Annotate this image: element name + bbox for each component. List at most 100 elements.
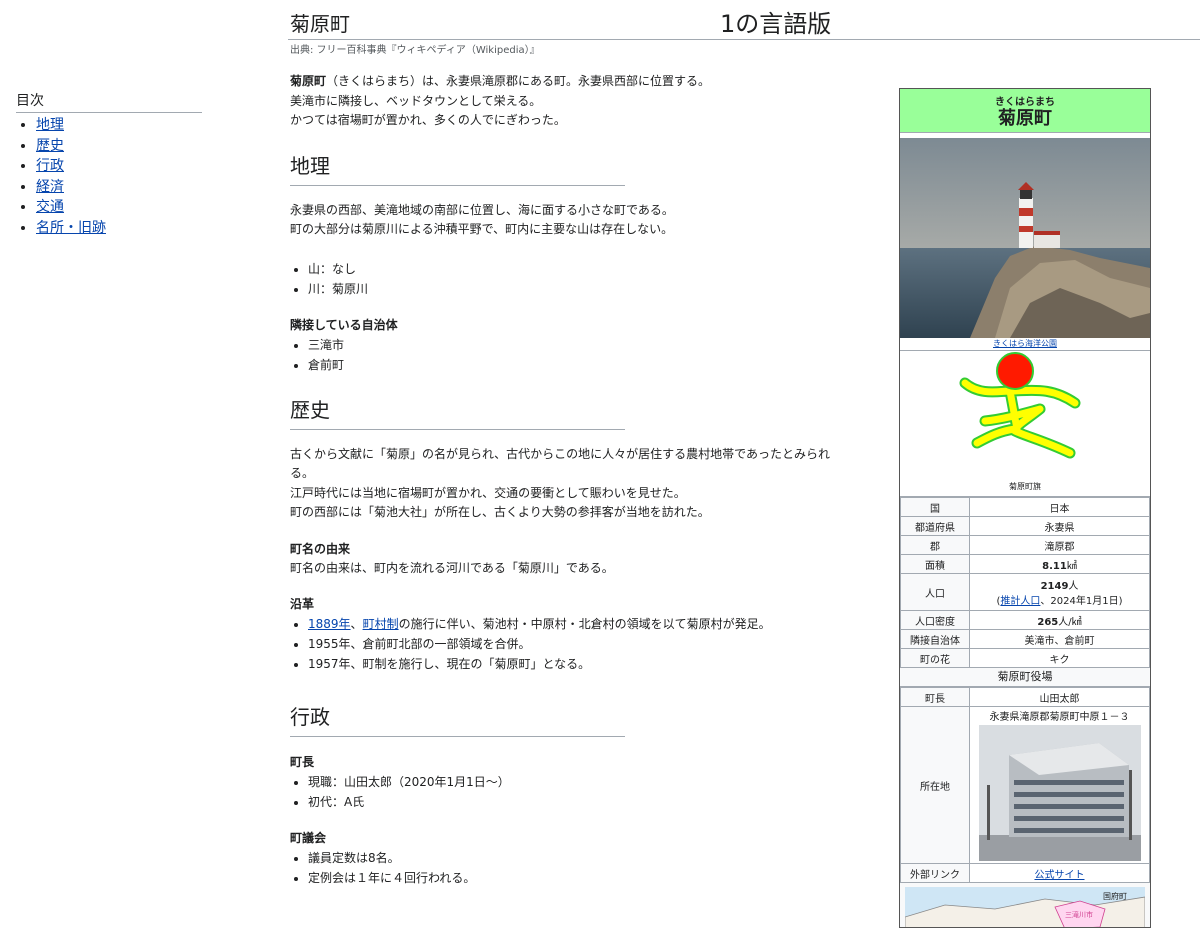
address-text: 永妻県滝原郡菊原町中原１－３ <box>989 712 1130 723</box>
geography-text-2: 町の大部分は菊原川による沖積平野で、町内に主要な山は存在しない。 <box>290 222 674 236</box>
infobox-reading: きくはらまち <box>995 97 1055 108</box>
list-item: 現職：山田太郎（2020年1月1日～） <box>308 772 850 792</box>
intro-line3: かつては宿場町が置かれ、多くの人でにぎわった。 <box>290 113 566 127</box>
council-list: 議員定数は8名。 定例会は１年に４回行われる。 <box>290 848 850 888</box>
map-label: 三滝川市 <box>1065 910 1093 919</box>
link-cell: 公式サイト <box>969 863 1150 883</box>
row-value: 美滝市、倉前町 <box>969 629 1150 649</box>
table-row: 町長 山田太郎 <box>900 687 1150 707</box>
row-value: 永妻県 <box>969 516 1150 536</box>
row-label: 外部リンク <box>900 863 970 883</box>
list-item: 1955年、倉前町北部の一部領域を合併。 <box>308 634 850 654</box>
population-value: 2149人 (推計人口、2024年1月1日) <box>969 573 1150 611</box>
row-label: 郡 <box>900 535 970 555</box>
origin-heading: 町名の由来 <box>290 541 351 556</box>
toc-link-administration[interactable]: 行政 <box>36 158 64 174</box>
history-section: 古くから文献に「菊原」の名が見られ、古代からこの地に人々が居住する農村地帯であっ… <box>290 445 850 675</box>
official-site-link[interactable]: 公式サイト <box>1035 870 1085 881</box>
municipal-system-link[interactable]: 町村制 <box>363 617 399 631</box>
history-text-3: 町の西部には「菊池大社」が所在し、古くより大勢の参拝客が当地を訪れた。 <box>290 505 710 519</box>
estimated-population-link[interactable]: 推計人口 <box>1000 596 1040 607</box>
town-office-table: 町長 山田太郎 所在地 永妻県滝原郡菊原町中原１－３ 外部リンク 公式サイト <box>900 687 1150 883</box>
section-heading-administration: 行政 <box>290 704 625 737</box>
table-row: 外部リンク 公式サイト <box>900 863 1150 883</box>
table-row: 面積 8.11㎢ <box>900 554 1150 574</box>
area-value: 8.11㎢ <box>969 554 1150 574</box>
list-item: 初代：A氏 <box>308 792 850 812</box>
infobox-header: きくはらまち 菊原町 <box>900 89 1150 133</box>
toc-item: 名所・旧跡 <box>36 218 202 239</box>
council-heading: 町議会 <box>290 831 327 845</box>
toc-item: 地理 <box>36 115 202 136</box>
section-heading-history: 歴史 <box>290 397 625 430</box>
toc-item: 歴史 <box>36 136 202 157</box>
list-item: 1957年、町制を施行し、現在の「菊原町」となる。 <box>308 654 850 674</box>
mayor-heading: 町長 <box>290 755 315 769</box>
language-count[interactable]: 1の言語版 <box>720 4 831 39</box>
photo-caption-link[interactable]: きくはら海洋公園 <box>993 339 1057 348</box>
geography-text-1: 永妻県の西部、美滝地域の南部に位置し、海に面する小さな町である。 <box>290 202 674 217</box>
row-value: 日本 <box>969 497 1150 517</box>
table-row: 隣接自治体 美滝市、倉前町 <box>900 629 1150 649</box>
lighthouse-photo[interactable] <box>900 138 1150 338</box>
address-cell: 永妻県滝原郡菊原町中原１－３ <box>969 706 1150 864</box>
section-heading-geography: 地理 <box>290 153 625 186</box>
timeline-list: 1889年、町村制の施行に伴い、菊池村・中原村・北倉村の領域を以て菊原村が発足。… <box>290 614 850 674</box>
list-item: 議員定数は8名。 <box>308 848 850 868</box>
history-paragraph: 古くから文献に「菊原」の名が見られ、古代からこの地に人々が居住する農村地帯であっ… <box>290 445 850 523</box>
administration-section: 町長 現職：山田太郎（2020年1月1日～） 初代：A氏 町議会 議員定数は8名… <box>290 752 850 888</box>
origin-text: 町名の由来は、町内を流れる河川である「菊原川」である。 <box>290 560 614 575</box>
list-item: 山：なし <box>308 259 850 279</box>
row-label: 都道府県 <box>900 516 970 536</box>
source-note: 出典: フリー百科事典『ウィキペディア（Wikipedia）』 <box>290 45 540 56</box>
list-item: 川：菊原川 <box>308 279 850 299</box>
toc-link-geography[interactable]: 地理 <box>36 117 64 133</box>
row-label: 国 <box>900 497 970 517</box>
separator: 、 <box>350 617 363 631</box>
row-value: 滝原郡 <box>969 535 1150 555</box>
infobox-photo-cell: きくはら海洋公園 <box>900 133 1150 351</box>
history-text-2: 江戸時代には当地に宿場町が置かれ、交通の要衝として賑わいを見せた。 <box>290 485 686 500</box>
location-map[interactable]: 国府町 三滝川市 <box>905 887 1145 928</box>
town-hall-photo[interactable] <box>978 725 1141 861</box>
density-value: 265人/㎢ <box>969 610 1150 630</box>
toc-item: 行政 <box>36 156 202 177</box>
town-flag[interactable] <box>955 351 1095 481</box>
toc-link-history[interactable]: 歴史 <box>36 138 64 154</box>
table-row: 国日本 <box>900 497 1150 517</box>
note-rest: 、2024年1月1日) <box>1040 596 1123 607</box>
history-text-1: 古くから文献に「菊原」の名が見られ、古代からこの地に人々が居住する農村地帯であっ… <box>290 446 831 481</box>
row-label: 所在地 <box>900 706 970 864</box>
geography-paragraph: 永妻県の西部、美滝地域の南部に位置し、海に面する小さな町である。 町の大部分は菊… <box>290 201 850 240</box>
toc-list: 地理 歴史 行政 経済 交通 名所・旧跡 <box>16 115 202 238</box>
table-row: 人口密度 265人/㎢ <box>900 610 1150 630</box>
flag-caption: 菊原町旗 <box>1009 482 1041 491</box>
infobox-table: 国日本 都道府県 永妻県 郡滝原郡 面積 8.11㎢ 人口 2149人 (推計人口、2… <box>900 497 1150 668</box>
year-link[interactable]: 1889年 <box>308 617 351 631</box>
toc-link-economy[interactable]: 経済 <box>36 179 64 195</box>
infobox-title: 菊原町 <box>998 108 1052 129</box>
article-body: 菊原町（きくはらまち）は、永妻県滝原郡にある町。永妻県西部に位置する。 美滝市に… <box>290 72 850 888</box>
geography-section: 永妻県の西部、美滝地域の南部に位置し、海に面する小さな町である。 町の大部分は菊… <box>290 201 850 375</box>
row-label: 町長 <box>900 687 970 707</box>
toc-item: 経済 <box>36 177 202 198</box>
intro-paragraph: 菊原町（きくはらまち）は、永妻県滝原郡にある町。永妻県西部に位置する。 美滝市に… <box>290 72 850 131</box>
infobox: きくはらまち 菊原町 きくはら海洋公園 菊原町旗 国 日本 都道府県 永妻県 郡… <box>899 88 1151 928</box>
intro-name: 菊原町 <box>290 74 327 88</box>
area-unit: ㎢ <box>1066 560 1077 572</box>
row-label: 面積 <box>900 554 970 574</box>
list-item: 定例会は１年に４回行われる。 <box>308 868 850 888</box>
table-of-contents: 目次 地理 歴史 行政 経済 交通 名所・旧跡 <box>16 90 202 238</box>
page-title: 菊原町 <box>290 12 350 36</box>
density-unit: 人/㎢ <box>1058 616 1082 628</box>
list-item: 1889年、町村制の施行に伴い、菊池村・中原村・北倉村の領域を以て菊原村が発足。 <box>308 614 850 634</box>
geography-features-list: 山：なし 川：菊原川 <box>290 259 850 299</box>
toc-link-transport[interactable]: 交通 <box>36 199 64 215</box>
row-label: 町の花 <box>900 648 970 668</box>
toc-link-sights[interactable]: 名所・旧跡 <box>36 220 106 236</box>
list-item: 三滝市 <box>308 335 850 355</box>
row-value: キク <box>969 648 1150 668</box>
row-label: 人口密度 <box>900 610 970 630</box>
row-value: 山田太郎 <box>969 687 1150 707</box>
title-divider <box>288 39 1200 40</box>
